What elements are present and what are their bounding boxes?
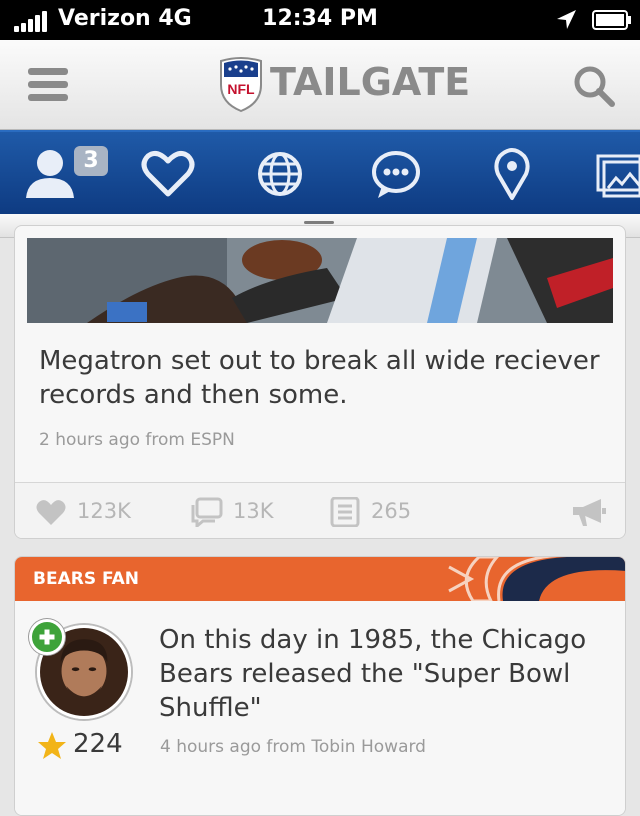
fan-label: BEARS FAN (33, 569, 140, 589)
article-meta: 2 hours ago from ESPN (39, 430, 235, 450)
menu-button[interactable] (28, 68, 70, 104)
follow-plus-icon[interactable] (29, 619, 65, 655)
star-icon (38, 732, 66, 759)
post-body: 224 On this day in 1985, the Chicago Bea… (15, 601, 625, 815)
comment-icon (191, 497, 223, 527)
article-photo (27, 238, 613, 323)
nav-bar: 3 (0, 130, 640, 214)
clock: 12:34 PM (262, 6, 378, 31)
article-icon (330, 497, 360, 527)
user-score: 224 (37, 729, 137, 761)
app-header: NFL TAILGATE (0, 40, 640, 130)
post-meta: 4 hours ago from Tobin Howard (160, 737, 426, 757)
post-headline[interactable]: On this day in 1985, the Chicago Bears r… (159, 623, 599, 725)
svg-text:NFL: NFL (227, 81, 255, 97)
search-icon[interactable] (572, 64, 616, 108)
app-title: TAILGATE (270, 60, 471, 104)
fan-banner: BEARS FAN (15, 557, 625, 601)
megaphone-icon (573, 499, 606, 526)
location-arrow-icon (557, 10, 576, 29)
article-count: 265 (371, 499, 412, 523)
heart-icon[interactable] (138, 146, 198, 202)
like-count: 123K (77, 499, 131, 523)
gallery-icon[interactable] (594, 146, 640, 202)
bears-logo (448, 557, 625, 601)
feed-card[interactable]: Megatron set out to break all wide recie… (14, 225, 626, 539)
article-headline[interactable]: Megatron set out to break all wide recie… (39, 344, 609, 412)
nfl-shield-logo: NFL (220, 57, 262, 113)
location-pin-icon[interactable] (482, 146, 542, 202)
globe-icon[interactable] (250, 146, 310, 202)
notification-badge: 3 (74, 146, 108, 176)
heart-icon (36, 500, 66, 525)
score-value: 224 (73, 729, 123, 759)
chat-icon[interactable] (366, 146, 426, 202)
comment-count: 13K (233, 499, 274, 523)
battery-icon (592, 10, 631, 30)
feed-card[interactable]: BEARS FAN 224 On this day in 1985, the C… (14, 556, 626, 816)
status-bar: Verizon 4G 12:34 PM (0, 0, 640, 40)
action-bar: 123K 13K 265 (15, 482, 625, 538)
